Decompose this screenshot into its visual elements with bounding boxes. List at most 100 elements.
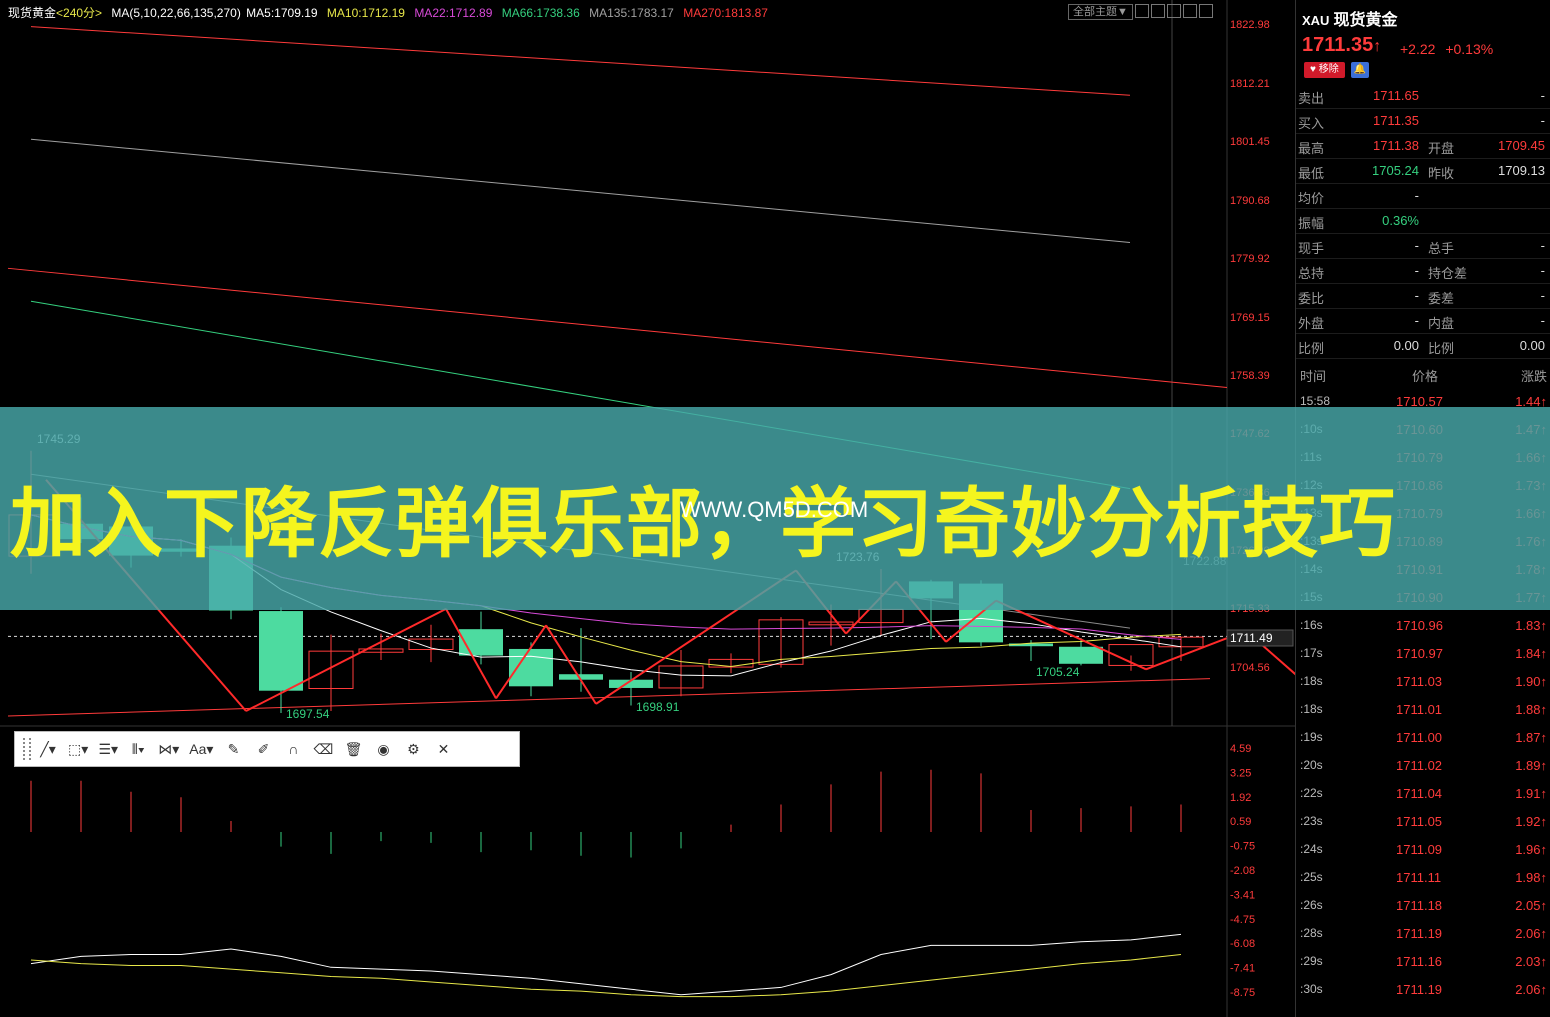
tick-time: :28s (1300, 926, 1323, 940)
line-tool-icon[interactable]: ╱▾ (35, 735, 61, 763)
quote-row: 买入 1711.35 - (1296, 109, 1550, 134)
candle-body (509, 648, 553, 687)
symbol-name: 现货黄金 (8, 6, 57, 20)
ma270-value: MA270:1813.87 (683, 6, 768, 20)
candle-body (1059, 646, 1103, 664)
ma10-value: MA10:1712.19 (326, 6, 405, 20)
quote-label: 持仓差 (1428, 266, 1468, 281)
layout-max-icon[interactable] (1198, 4, 1213, 18)
quote-value: 1705.24 (1372, 163, 1419, 178)
tick-time: :17s (1300, 646, 1323, 660)
pen-icon[interactable]: ✐ (250, 735, 276, 763)
tick-price: 1710.96 (1396, 618, 1443, 633)
quote-value: 0.36% (1382, 213, 1419, 228)
bell-icon[interactable]: 🔔 (1350, 62, 1369, 78)
ruler-icon[interactable]: ✎ (220, 735, 246, 763)
tick-change: 1.83↑ (1515, 618, 1547, 633)
layout-grid-icon[interactable] (1134, 4, 1149, 18)
channel-tool-icon[interactable]: ⦀▾ (125, 735, 151, 763)
tick-row: :20s 1711.02 1.89↑ (1296, 752, 1550, 780)
quote-actions: ♥ 移除 🔔 (1304, 62, 1369, 78)
indicator-axis-tick: -7.41 (1230, 963, 1255, 975)
shape-tool-icon[interactable]: ⬚▾ (65, 735, 91, 763)
tick-row: :16s 1710.96 1.83↑ (1296, 612, 1550, 640)
last-price-tag: 1711.49 (1230, 631, 1273, 645)
tick-time: :23s (1300, 814, 1323, 828)
change-pct-value: +0.13% (1445, 41, 1494, 57)
tick-price: 1711.18 (1396, 898, 1443, 913)
pattern-tool-icon[interactable]: ⋈▾ (155, 735, 182, 763)
indicator-axis-tick: 1.92 (1230, 792, 1251, 804)
theme-select[interactable]: 全部主题▼ (1068, 4, 1133, 20)
gear-icon[interactable]: ⚙ (400, 735, 426, 763)
ma-legend: 现货黄金<240分> MA(5,10,22,66,135,270) MA5:17… (8, 5, 774, 21)
quote-label: 总手 (1428, 241, 1455, 256)
trash-icon[interactable]: 🗑 (340, 735, 366, 763)
tick-price: 1711.02 (1396, 758, 1443, 773)
tick-price: 1711.04 (1396, 786, 1443, 801)
quote-value: - (1414, 188, 1419, 203)
tick-time: :22s (1300, 786, 1323, 800)
quote-label: 最高 (1298, 141, 1325, 156)
price-change: +2.22 +0.13% (1400, 41, 1493, 57)
tick-time: 15:58 (1300, 394, 1331, 408)
quote-value: 0.00 (1519, 338, 1545, 353)
remove-label: 移除 (1318, 64, 1339, 75)
fib-tool-icon[interactable]: ☰▾ (95, 735, 121, 763)
quote-value: 1711.65 (1372, 88, 1419, 103)
quote-value: 1711.35 (1372, 113, 1419, 128)
layout-window-icon[interactable] (1166, 4, 1181, 18)
tick-price: 1711.09 (1396, 842, 1443, 857)
tick-time: :18s (1300, 674, 1323, 688)
close-icon[interactable]: ✕ (430, 735, 456, 763)
ma135-line (30, 138, 1131, 243)
indicator-line-1 (30, 933, 1182, 996)
tick-row: :19s 1711.00 1.87↑ (1296, 724, 1550, 752)
indicator-axis-tick: -0.75 (1230, 841, 1255, 853)
indicator-axis-tick: 0.59 (1230, 816, 1251, 828)
layout-split-icon[interactable] (1150, 4, 1165, 18)
tick-change: 1.84↑ (1515, 646, 1547, 661)
ma5-value: MA5:1709.19 (246, 6, 318, 20)
tick-row: :24s 1711.09 1.96↑ (1296, 836, 1550, 864)
tick-change: 2.06↑ (1515, 982, 1547, 997)
tick-change: 2.05↑ (1515, 898, 1547, 913)
tick-price: 1711.11 (1396, 870, 1442, 885)
tick-time: :18s (1300, 702, 1323, 716)
tick-row: :17s 1710.97 1.84↑ (1296, 640, 1550, 668)
promo-banner: 加入下降反弹俱乐部，学习奇妙分析技巧 WWW.QM5D.COM (0, 407, 1550, 610)
tick-time: :16s (1300, 618, 1323, 632)
tick-price: 1711.16 (1396, 954, 1443, 969)
price-axis-tick: 1779.92 (1230, 253, 1270, 265)
magnet-icon[interactable]: ∩ (280, 735, 306, 763)
symbol-title: 现货黄金 (1333, 12, 1398, 29)
quote-label: 总持 (1298, 266, 1325, 281)
text-tool-icon[interactable]: Aa ▾ (186, 735, 216, 763)
remove-watch-button[interactable]: ♥ 移除 (1304, 62, 1345, 78)
tick-change: 1.90↑ (1515, 674, 1547, 689)
ma22-value: MA22:1712.89 (414, 6, 493, 20)
tick-time: :20s (1300, 758, 1323, 772)
trendline-upper (7, 267, 1228, 389)
last-price: 1711.35↑ (1302, 34, 1381, 57)
ticks-header-price: 价格 (1412, 369, 1439, 384)
quote-value: - (1540, 313, 1545, 328)
price-axis-tick: 1769.15 (1230, 312, 1270, 324)
quote-row: 外盘 - 内盘 - (1296, 309, 1550, 334)
quote-value: 1709.45 (1498, 138, 1545, 153)
quote-label: 最低 (1298, 166, 1325, 181)
quote-row: 比例 0.00 比例 0.00 (1296, 334, 1550, 359)
eye-icon[interactable]: ◉ (370, 735, 396, 763)
eraser-icon[interactable]: ⌫ (310, 735, 336, 763)
quote-label: 昨收 (1428, 166, 1455, 181)
quote-value: - (1414, 288, 1419, 303)
tick-change: 1.91↑ (1515, 786, 1547, 801)
ma135-value: MA135:1783.17 (589, 6, 674, 20)
quote-label: 比例 (1298, 341, 1325, 356)
quote-value: 1709.13 (1498, 163, 1545, 178)
tick-row: :28s 1711.19 2.06↑ (1296, 920, 1550, 948)
drag-handle[interactable] (23, 738, 31, 760)
layout-tile-icon[interactable] (1182, 4, 1197, 18)
tick-row: :30s 1711.19 2.06↑ (1296, 976, 1550, 1004)
tick-price: 1711.00 (1396, 730, 1443, 745)
